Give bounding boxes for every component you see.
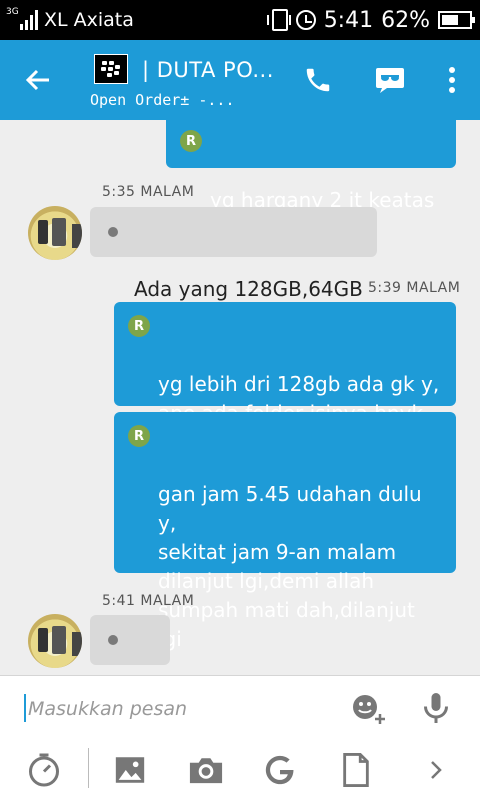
file-button[interactable]	[334, 748, 378, 792]
message-input[interactable]	[28, 694, 328, 724]
status-right: 5:41 62%	[266, 0, 475, 40]
read-receipt-icon: R	[180, 130, 202, 152]
app-bar: | DUTA PO... Open Order± -...	[0, 40, 480, 120]
call-button[interactable]	[298, 60, 338, 100]
message-text: gan jam 5.45 udahan dulu y, sekitat jam …	[158, 482, 422, 651]
network-type: 3G	[6, 7, 19, 17]
text-cursor	[24, 694, 26, 722]
camera-icon	[189, 758, 223, 784]
incoming-message[interactable]: Ok	[90, 615, 170, 665]
unread-dot-icon	[108, 635, 118, 645]
microphone-icon	[424, 693, 448, 723]
battery-icon	[438, 11, 475, 29]
alarm-icon	[295, 10, 316, 30]
read-receipt-icon: R	[128, 425, 150, 447]
message-timestamp: 5:35 MALAM	[102, 184, 195, 200]
back-button[interactable]	[18, 60, 58, 100]
voice-note-button[interactable]	[418, 690, 454, 726]
bb-icon	[94, 54, 128, 84]
more-vert-icon	[449, 67, 455, 93]
bbm-glasses-icon	[376, 68, 404, 93]
outgoing-message[interactable]: R yg hargany 2 jt keatas	[166, 120, 456, 212]
bbm-button[interactable]	[370, 60, 410, 100]
more-options-button[interactable]	[414, 748, 458, 792]
chevron-right-icon	[431, 761, 442, 779]
emoji-add-icon	[353, 695, 385, 724]
vibrate-icon	[266, 9, 291, 31]
emoji-button[interactable]	[350, 692, 386, 726]
back-arrow-icon	[25, 69, 49, 91]
outgoing-message[interactable]: R gan jam 5.45 udahan dulu y, sekitat ja…	[114, 412, 456, 651]
timer-icon	[29, 753, 59, 787]
message-timestamp: 5:41 MALAM	[102, 593, 195, 609]
chat-title[interactable]: | DUTA PO...	[142, 58, 274, 82]
google-icon	[265, 755, 294, 785]
camera-button[interactable]	[184, 748, 228, 792]
timed-message-button[interactable]	[22, 748, 66, 792]
google-search-button[interactable]	[258, 748, 302, 792]
picture-button[interactable]	[108, 748, 152, 792]
message-text: Ada yang 128GB,64GB	[134, 277, 363, 301]
chat-subtitle[interactable]: Open Order± -...	[90, 91, 235, 109]
overflow-menu-button[interactable]	[432, 60, 472, 100]
battery-percent: 62%	[381, 7, 430, 33]
status-bar: 3G XL Axiata 5:41 62%	[0, 0, 480, 40]
clock: 5:41	[323, 7, 374, 33]
signal-icon	[20, 10, 38, 30]
unread-dot-icon	[108, 227, 118, 237]
message-timestamp: 5:39 MALAM	[368, 280, 461, 296]
composer-bar	[0, 675, 480, 740]
incoming-message[interactable]: Ada yang 128GB,64GB	[90, 207, 377, 301]
read-receipt-icon: R	[128, 315, 150, 337]
image-icon	[115, 757, 145, 783]
file-icon	[343, 753, 369, 787]
outgoing-message[interactable]: R yg lebih dri 128gb ada gk y, ane ada f…	[114, 302, 456, 454]
contact-avatar[interactable]	[28, 206, 82, 260]
message-list[interactable]: R yg hargany 2 jt keatas 5:35 MALAM Ada …	[0, 120, 480, 675]
contact-avatar[interactable]	[28, 614, 82, 668]
carrier-name: XL Axiata	[44, 9, 134, 31]
phone-icon	[306, 68, 330, 92]
attachment-toolbar	[0, 740, 480, 800]
toolbar-divider	[88, 748, 89, 788]
status-left: 3G XL Axiata	[6, 0, 134, 40]
